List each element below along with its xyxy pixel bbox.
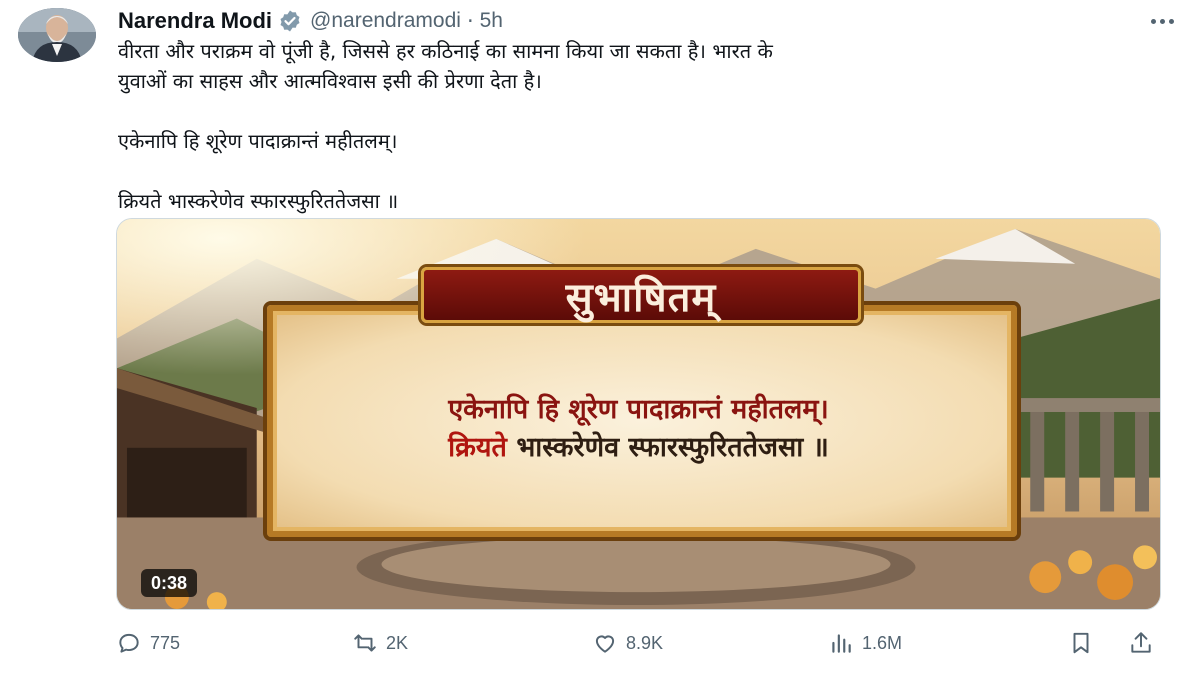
reply-button[interactable]: 775 xyxy=(116,626,180,660)
verified-badge-icon[interactable] xyxy=(278,9,302,33)
tweet-text: वीरता और पराक्रम वो पूंजी है, जिससे हर क… xyxy=(118,36,1178,216)
verse-rest: भास्करेणेव स्फारस्फुरिततेजसा ॥ xyxy=(506,432,829,463)
action-bar: 775 2K 8.9K 1.6M xyxy=(116,626,1166,660)
tweet-line: एकेनापि हि शूरेण पादाक्रान्तं महीतलम्। xyxy=(118,129,398,153)
banner-title: सुभाषितम् xyxy=(565,274,717,321)
verse-line-1: एकेनापि हि शूरेण पादाक्रान्तं महीतलम्। xyxy=(448,394,829,425)
retweet-button[interactable]: 2K xyxy=(352,626,408,660)
views-button[interactable]: 1.6M xyxy=(828,626,902,660)
share-button[interactable] xyxy=(1128,626,1162,660)
avatar-image xyxy=(18,8,96,62)
video-duration: 0:38 xyxy=(141,569,198,597)
avatar[interactable] xyxy=(18,8,96,62)
author-handle[interactable]: @narendramodi xyxy=(310,9,461,33)
reply-icon xyxy=(119,633,139,653)
reply-count: 775 xyxy=(150,632,181,653)
tweet-time[interactable]: 5h xyxy=(480,9,503,33)
like-count: 8.9K xyxy=(626,632,664,653)
views-count: 1.6M xyxy=(862,632,903,653)
bookmark-button[interactable] xyxy=(1068,626,1102,660)
separator: · xyxy=(466,9,474,33)
tweet-line: युवाओं का साहस और आत्मविश्वास इसी की प्र… xyxy=(118,69,542,93)
views-icon xyxy=(832,634,851,653)
video-player[interactable]: सुभाषितम् एकेनापि हि शूरेण पादाक्रान्तं … xyxy=(116,218,1161,610)
tweet-header: Narendra Modi @narendramodi · 5h xyxy=(118,6,1180,36)
tweet-line: वीरता और पराक्रम वो पूंजी है, जिससे हर क… xyxy=(118,39,773,63)
subhashitam-banner: सुभाषितम् xyxy=(421,267,861,323)
share-icon xyxy=(1131,632,1151,653)
tweet-line: क्रियते भास्करेणेव स्फारस्फुरिततेजसा ॥ xyxy=(118,189,399,213)
bookmark-icon xyxy=(1073,632,1089,654)
author-name[interactable]: Narendra Modi xyxy=(118,8,272,34)
like-button[interactable]: 8.9K xyxy=(592,626,663,660)
more-icon[interactable] xyxy=(1144,6,1180,36)
verse-highlight: क्रियते xyxy=(448,432,507,463)
retweet-count: 2K xyxy=(386,632,409,653)
heart-icon xyxy=(595,635,615,653)
retweet-icon xyxy=(354,634,376,652)
verse-line-2: क्रियते भास्करेणेव स्फारस्फुरिततेजसा ॥ xyxy=(117,427,1160,464)
